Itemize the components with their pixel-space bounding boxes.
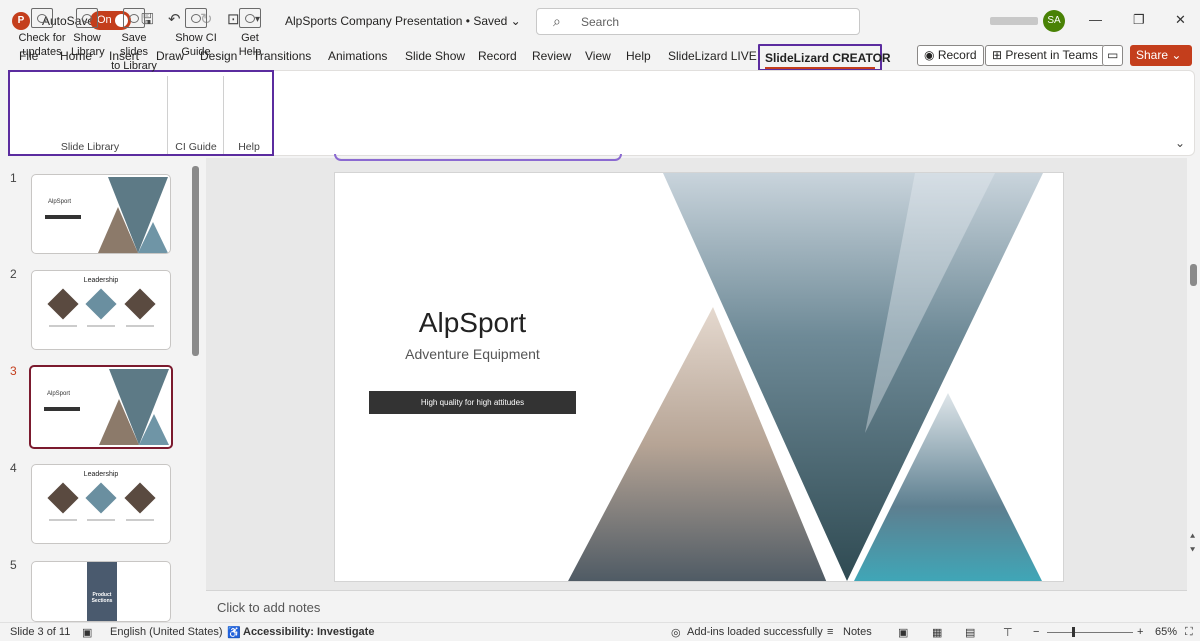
- reading-view-icon[interactable]: ▤: [965, 626, 975, 639]
- slide-thumbnail-5[interactable]: Product Sections: [31, 561, 171, 622]
- language-status[interactable]: English (United States): [110, 626, 223, 638]
- tab-slide-show[interactable]: Slide Show: [405, 49, 465, 63]
- group-divider: [223, 76, 224, 154]
- portrait-image: [124, 288, 156, 320]
- tab-review[interactable]: Review: [532, 49, 571, 63]
- slide-sorter-icon[interactable]: ▦: [932, 626, 942, 639]
- scrollbar-thumb[interactable]: [1190, 264, 1197, 286]
- minimize-icon[interactable]: —: [1089, 12, 1102, 28]
- collapse-ribbon-icon[interactable]: ⌄: [1175, 136, 1185, 150]
- portrait-image: [124, 482, 156, 514]
- zoom-level[interactable]: 65%: [1155, 626, 1177, 638]
- question-chat-icon: [239, 8, 261, 28]
- search-box[interactable]: ⌕ Search: [536, 8, 860, 35]
- thumb-number: 2: [10, 267, 17, 281]
- accessibility-status[interactable]: Accessibility: Investigate: [243, 626, 374, 638]
- zoom-slider-knob[interactable]: [1072, 627, 1075, 637]
- document-title[interactable]: AlpSports Company Presentation • Saved ⌄: [285, 14, 521, 28]
- thumb-number: 4: [10, 461, 17, 475]
- comments-icon[interactable]: ▭: [1102, 45, 1124, 66]
- folder-upload-icon: [123, 8, 145, 28]
- thumb-number: 3: [10, 364, 17, 378]
- spelling-icon[interactable]: ▣: [82, 626, 92, 639]
- search-placeholder: Search: [581, 15, 620, 29]
- show-ci-guide-button[interactable]: Show CI Guide: [175, 8, 217, 59]
- slide-show-icon[interactable]: ⊤: [1003, 626, 1013, 639]
- maximize-icon[interactable]: ❐: [1133, 12, 1145, 28]
- portrait-image: [47, 482, 79, 514]
- user-name[interactable]: [990, 17, 1038, 25]
- tab-slidelizard-live[interactable]: SlideLizard LIVE: [668, 49, 757, 63]
- addins-status: Add-ins loaded successfully: [687, 626, 823, 638]
- tab-view[interactable]: View: [585, 49, 611, 63]
- portrait-image: [47, 288, 79, 320]
- mountain-image: [98, 177, 168, 253]
- tab-help[interactable]: Help: [626, 49, 651, 63]
- slide-thumbnail-3[interactable]: AlpSport: [29, 365, 173, 449]
- slide-thumbnail-1[interactable]: AlpSport: [31, 174, 171, 254]
- mountain-image: [99, 369, 169, 445]
- thumb-number: 5: [10, 558, 17, 572]
- save-slides-to-library-button[interactable]: Save slides to Library: [108, 8, 160, 73]
- group-label-slide-library: Slide Library: [60, 141, 120, 153]
- thumb-number: 1: [10, 171, 17, 185]
- share-button[interactable]: Share ⌄: [1130, 45, 1192, 66]
- previous-slide-icon[interactable]: ⯅: [1189, 531, 1196, 542]
- close-icon[interactable]: ✕: [1175, 12, 1186, 28]
- group-divider: [167, 76, 168, 154]
- status-bar: Slide 3 of 11 ▣ English (United States) …: [0, 622, 1200, 641]
- tab-slidelizard-creator[interactable]: SlideLizard CREATOR: [758, 44, 891, 71]
- folder-refresh-icon: [31, 8, 53, 28]
- show-library-button[interactable]: Show Library: [71, 8, 105, 59]
- zoom-out-icon[interactable]: −: [1033, 626, 1039, 638]
- portrait-image: [85, 288, 117, 320]
- notes-button[interactable]: Notes: [843, 626, 872, 638]
- slide-thumbnail-2[interactable]: Leadership: [31, 270, 171, 350]
- get-help-button[interactable]: Get Help: [232, 8, 268, 59]
- slide[interactable]: AlpSport Adventure Equipment High qualit…: [334, 172, 1064, 582]
- canvas-scrollbar[interactable]: ⯅ ⯆: [1187, 158, 1200, 622]
- notes-pane[interactable]: Click to add notes: [206, 590, 1187, 621]
- next-slide-icon[interactable]: ⯆: [1189, 545, 1196, 556]
- slide-counter[interactable]: Slide 3 of 11: [10, 626, 70, 638]
- ci-guide-indicator: [334, 154, 622, 161]
- clipboard-check-icon: [185, 8, 207, 28]
- addins-icon: ◎: [671, 627, 681, 639]
- tab-animations[interactable]: Animations: [328, 49, 387, 63]
- normal-view-icon[interactable]: ▣: [898, 626, 908, 639]
- record-button[interactable]: ◉ Record: [917, 45, 984, 66]
- zoom-in-icon[interactable]: +: [1137, 626, 1143, 638]
- slide-thumbnail-4[interactable]: Leadership: [31, 464, 171, 544]
- notes-icon[interactable]: ≡: [827, 626, 833, 638]
- slide-tagline[interactable]: High quality for high attitudes: [369, 391, 576, 414]
- fit-to-window-icon[interactable]: ⛶: [1185, 626, 1193, 639]
- accessibility-icon[interactable]: ♿: [227, 626, 241, 639]
- thumbnail-scrollbar[interactable]: [192, 166, 199, 356]
- zoom-slider[interactable]: [1047, 632, 1133, 633]
- search-icon: ⌕: [553, 13, 561, 29]
- group-label-help: Help: [238, 141, 260, 153]
- active-tab-underline: [765, 67, 875, 69]
- tab-record[interactable]: Record: [478, 49, 517, 63]
- present-in-teams-button[interactable]: ⊞ Present in Teams: [985, 45, 1105, 66]
- avatar[interactable]: SA: [1043, 10, 1065, 32]
- mountain-triangles-image[interactable]: [565, 173, 1064, 582]
- folder-cloud-icon: [76, 8, 98, 28]
- check-for-updates-button[interactable]: Check for updates: [18, 8, 66, 59]
- portrait-image: [85, 482, 117, 514]
- group-label-ci-guide: CI Guide: [175, 141, 217, 153]
